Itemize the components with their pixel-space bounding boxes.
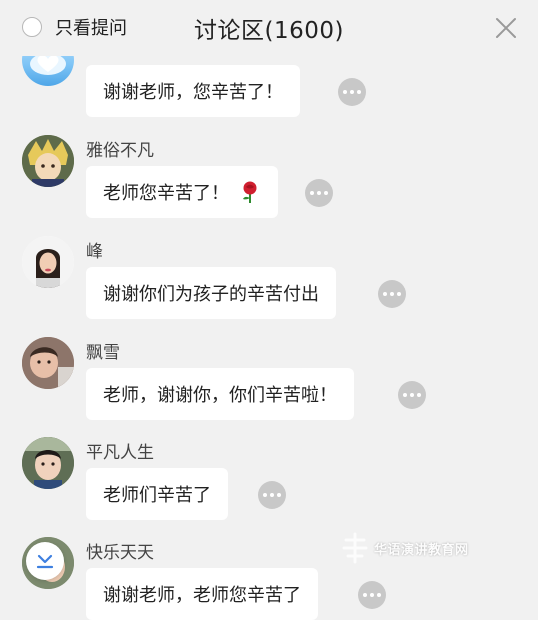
- child-avatar-image: [22, 337, 74, 389]
- watermark-text: 华语演讲教育网: [374, 542, 469, 558]
- username: 雅俗不凡: [86, 141, 154, 161]
- comment-text: 谢谢老师，您辛苦了！: [103, 82, 283, 103]
- comment-bubble: 谢谢你们为孩子的辛苦付出: [86, 267, 336, 319]
- more-button[interactable]: [378, 280, 406, 308]
- girl-avatar-image: [22, 236, 74, 288]
- comment-bubble: 老师，谢谢你，你们辛苦啦！: [86, 368, 354, 420]
- comment-bubble: 老师们辛苦了: [86, 468, 228, 520]
- watermark: 华语演讲教育网: [340, 530, 469, 566]
- comment-text: 谢谢老师，老师您辛苦了: [103, 585, 301, 606]
- discussion-header: 只看提问 讨论区(1600): [0, 0, 538, 56]
- username: 峰: [86, 242, 103, 262]
- avatar[interactable]: [22, 437, 74, 489]
- kid-avatar-image: [22, 437, 74, 489]
- comment-bubble: 老师您辛苦了！: [86, 166, 278, 218]
- more-button[interactable]: [258, 481, 286, 509]
- username: 飘雪: [86, 343, 120, 363]
- scroll-to-bottom-icon: [36, 554, 54, 569]
- avatar[interactable]: [22, 337, 74, 389]
- anime-avatar-image: [22, 135, 74, 187]
- comment-text: 老师您辛苦了！: [103, 183, 229, 204]
- close-icon[interactable]: [494, 16, 518, 40]
- comment-bubble: 谢谢老师，老师您辛苦了: [86, 568, 318, 620]
- comment-bubble: 谢谢老师，您辛苦了！: [86, 65, 300, 117]
- username: 快乐天天: [86, 543, 154, 563]
- more-button[interactable]: [358, 581, 386, 609]
- scroll-to-bottom-button[interactable]: [26, 542, 64, 580]
- more-button[interactable]: [398, 381, 426, 409]
- page-title: 讨论区(1600): [194, 18, 344, 44]
- comment-text: 谢谢你们为孩子的辛苦付出: [103, 284, 319, 305]
- comment-text: 老师，谢谢你，你们辛苦啦！: [103, 385, 337, 406]
- comment-text: 老师们辛苦了: [103, 485, 211, 506]
- comment-list: 谢谢老师，您辛苦了！ 雅俗不凡 老师您辛苦了！ 峰 谢谢你们为孩子的辛苦付出 飘…: [0, 0, 538, 620]
- avatar[interactable]: [22, 135, 74, 187]
- avatar[interactable]: [22, 236, 74, 288]
- username: 平凡人生: [86, 443, 154, 463]
- watermark-logo-icon: [342, 532, 368, 564]
- more-button[interactable]: [305, 179, 333, 207]
- rose-emoji-icon: [243, 181, 257, 203]
- more-button[interactable]: [338, 78, 366, 106]
